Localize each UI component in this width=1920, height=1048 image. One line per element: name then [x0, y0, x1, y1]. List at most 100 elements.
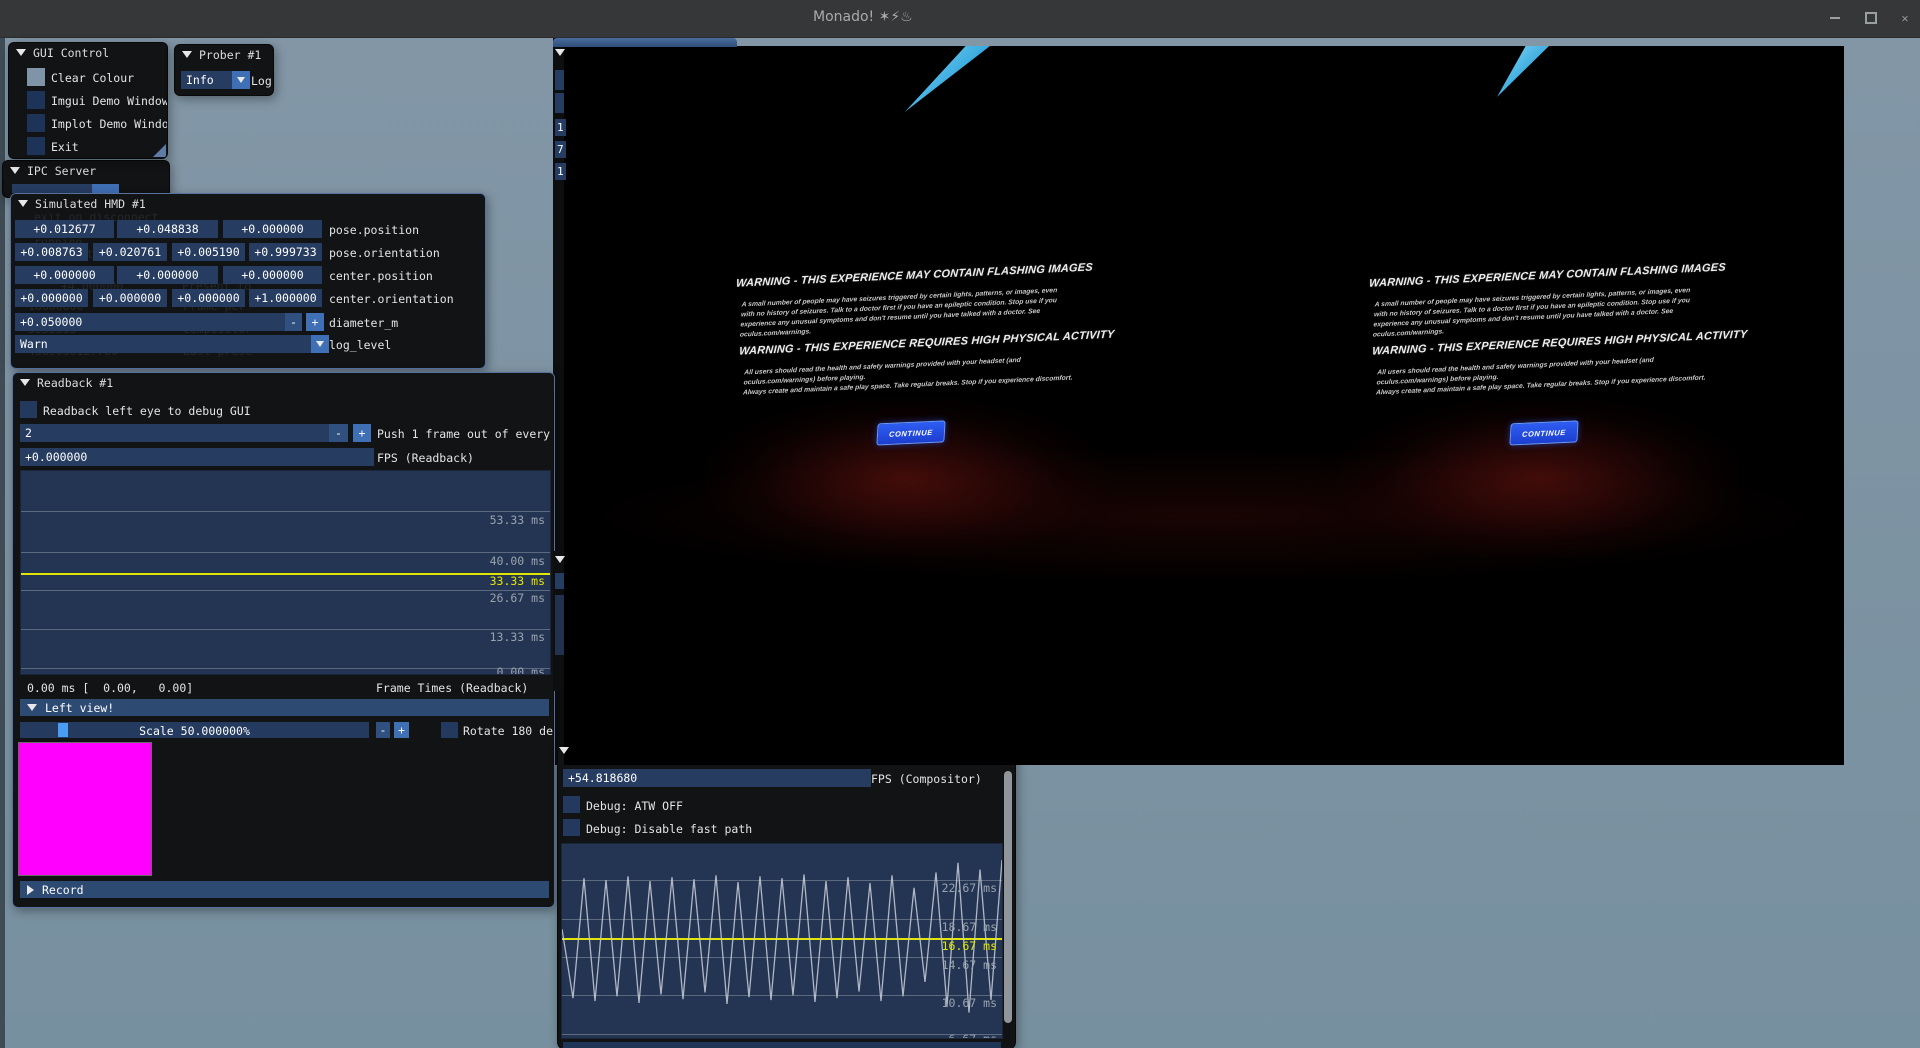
- readback-window[interactable]: Readback #1 Readback left eye to debug G…: [12, 372, 555, 908]
- lens-flare-streak-right: [1497, 46, 1549, 97]
- collapse-icon[interactable]: [27, 704, 37, 711]
- push-frame-input[interactable]: 2: [20, 424, 330, 442]
- rotate-180-label[interactable]: Rotate 180 de: [463, 724, 553, 738]
- prober-titlebar[interactable]: Prober #1: [175, 45, 273, 64]
- debug-fast-path-label[interactable]: Debug: Disable fast path: [586, 822, 752, 836]
- simulated-hmd-titlebar[interactable]: Simulated HMD #1: [11, 194, 485, 213]
- readback-left-eye-label[interactable]: Readback left eye to debug GUI: [43, 404, 251, 418]
- log-level-label: log_level: [329, 338, 391, 352]
- vr-debug-view[interactable]: WARNING - THIS EXPERIENCE MAY CONTAIN FL…: [564, 46, 1844, 765]
- tick-label: 6.67 ms: [949, 1032, 997, 1039]
- push-frame-minus-button[interactable]: -: [329, 424, 348, 442]
- clear-colour-swatch[interactable]: [27, 68, 45, 86]
- pose-position-x[interactable]: +0.012677: [15, 220, 114, 238]
- collapse-icon[interactable]: [20, 379, 30, 386]
- prober-window[interactable]: Prober #1 Info Log: [174, 44, 274, 96]
- prober-log-level-combo[interactable]: Info: [181, 71, 250, 89]
- diameter-plus-button[interactable]: +: [306, 313, 324, 331]
- left-view-header-label: Left view!: [45, 701, 114, 715]
- resize-grip[interactable]: [153, 144, 166, 157]
- minimize-button[interactable]: [1824, 10, 1846, 26]
- center-position-y[interactable]: +0.000000: [117, 266, 218, 284]
- implot-demo-label[interactable]: Implot Demo Window: [51, 117, 168, 131]
- tick-label: 22.67 ms: [942, 881, 997, 895]
- gui-control-titlebar[interactable]: GUI Control: [9, 43, 167, 62]
- warning-heading-1: WARNING - THIS EXPERIENCE MAY CONTAIN FL…: [736, 262, 1071, 289]
- maximize-button[interactable]: [1860, 10, 1882, 26]
- collapse-icon[interactable]: [182, 51, 192, 58]
- pose-orientation-w[interactable]: +0.999733: [249, 243, 322, 261]
- scale-minus-button[interactable]: -: [376, 722, 390, 738]
- pose-orientation-x[interactable]: +0.008763: [15, 243, 88, 261]
- compositor-fps-field[interactable]: +54.818680: [563, 769, 871, 787]
- collapsed-header-fragment[interactable]: [563, 1042, 1001, 1048]
- debug-atw-label[interactable]: Debug: ATW OFF: [586, 799, 683, 813]
- scale-slider-label: Scale 50.000000%: [20, 724, 369, 738]
- warning-panel-left-eye: WARNING - THIS EXPERIENCE MAY CONTAIN FL…: [735, 255, 1079, 480]
- collapse-icon[interactable]: [10, 167, 20, 174]
- frame-times-series: [21, 471, 550, 674]
- diameter-input[interactable]: +0.050000: [15, 313, 287, 331]
- readback-frame-times-plot[interactable]: 53.33 ms 40.00 ms 33.33 ms 26.67 ms 13.3…: [20, 470, 551, 675]
- rotate-180-checkbox[interactable]: [441, 722, 458, 738]
- readback-fps-label: FPS (Readback): [377, 451, 474, 465]
- scale-plus-button[interactable]: +: [394, 722, 409, 738]
- simulated-hmd-title: Simulated HMD #1: [35, 197, 146, 211]
- pose-position-z[interactable]: +0.000000: [223, 220, 322, 238]
- chevron-down-icon[interactable]: [311, 335, 329, 353]
- center-position-x[interactable]: +0.000000: [15, 266, 114, 284]
- screen: Monado! ✶⚡♨ ✕ IPC Server GUI Control Cle…: [0, 0, 1920, 1048]
- simulated-hmd-window[interactable]: exit on disconnect running Compositor (t…: [10, 193, 486, 369]
- left-view-header[interactable]: Left view!: [20, 699, 549, 716]
- app-titlebar[interactable]: Monado! ✶⚡♨ ✕: [0, 0, 1920, 38]
- continue-button[interactable]: CONTINUE: [1509, 420, 1578, 445]
- center-orientation-w[interactable]: +1.000000: [249, 289, 322, 307]
- scale-slider[interactable]: Scale 50.000000%: [20, 722, 369, 738]
- ipc-server-titlebar[interactable]: IPC Server: [3, 161, 169, 180]
- pose-position-y[interactable]: +0.048838: [117, 220, 218, 238]
- hidden-window-sliver-top: 1 7 1: [553, 47, 564, 192]
- exit-checkbox[interactable]: [27, 137, 45, 155]
- readback-left-eye-checkbox[interactable]: [20, 401, 37, 418]
- imgui-demo-checkbox[interactable]: [27, 91, 45, 109]
- debug-atw-checkbox[interactable]: [563, 796, 580, 813]
- exit-label[interactable]: Exit: [51, 140, 79, 154]
- clear-colour-label[interactable]: Clear Colour: [51, 71, 134, 85]
- scrollbar-thumb[interactable]: [1004, 771, 1012, 1023]
- prober-log-level-value: Info: [186, 73, 214, 87]
- compositor-frame-times-plot[interactable]: 22.67 ms 18.67 ms 16.67 ms 14.67 ms 10.6…: [561, 843, 1003, 1039]
- scrollbar[interactable]: [1003, 767, 1013, 1045]
- chevron-down-icon[interactable]: [232, 71, 250, 89]
- center-orientation-label: center.orientation: [329, 292, 454, 306]
- focused-window-titlebar-fragment[interactable]: [553, 38, 737, 47]
- diameter-minus-button[interactable]: -: [285, 313, 302, 331]
- pose-orientation-label: pose.orientation: [329, 246, 440, 260]
- readback-plot-title: Frame Times (Readback): [376, 681, 528, 695]
- pose-orientation-z[interactable]: +0.005190: [172, 243, 245, 261]
- center-position-z[interactable]: +0.000000: [223, 266, 322, 284]
- collapse-icon[interactable]: [559, 747, 569, 754]
- expand-icon[interactable]: [27, 885, 34, 895]
- pose-orientation-y[interactable]: +0.020761: [93, 243, 167, 261]
- center-orientation-x[interactable]: +0.000000: [15, 289, 88, 307]
- collapse-icon[interactable]: [18, 200, 28, 207]
- collapse-icon[interactable]: [16, 49, 26, 56]
- readback-titlebar[interactable]: Readback #1: [13, 373, 554, 392]
- center-orientation-y[interactable]: +0.000000: [93, 289, 167, 307]
- push-frame-plus-button[interactable]: +: [353, 424, 371, 442]
- compositor-window[interactable]: +54.818680 FPS (Compositor) Debug: ATW O…: [557, 745, 1016, 1048]
- continue-button[interactable]: CONTINUE: [876, 420, 945, 445]
- readback-fps-field[interactable]: +0.000000: [20, 448, 374, 466]
- record-header[interactable]: Record: [20, 881, 549, 898]
- close-button[interactable]: ✕: [1894, 10, 1916, 26]
- debug-fast-path-checkbox[interactable]: [563, 819, 580, 836]
- warning-panel-right-eye: WARNING - THIS EXPERIENCE MAY CONTAIN FL…: [1368, 255, 1712, 480]
- collapse-icon[interactable]: [555, 49, 565, 56]
- collapse-icon[interactable]: [555, 556, 565, 563]
- imgui-demo-label[interactable]: Imgui Demo Window: [51, 94, 168, 108]
- log-level-combo[interactable]: Warn: [15, 335, 329, 353]
- log-level-value: Warn: [20, 337, 48, 351]
- center-orientation-z[interactable]: +0.000000: [172, 289, 245, 307]
- implot-demo-checkbox[interactable]: [27, 114, 45, 132]
- gui-control-window[interactable]: GUI Control Clear Colour Imgui Demo Wind…: [8, 42, 168, 159]
